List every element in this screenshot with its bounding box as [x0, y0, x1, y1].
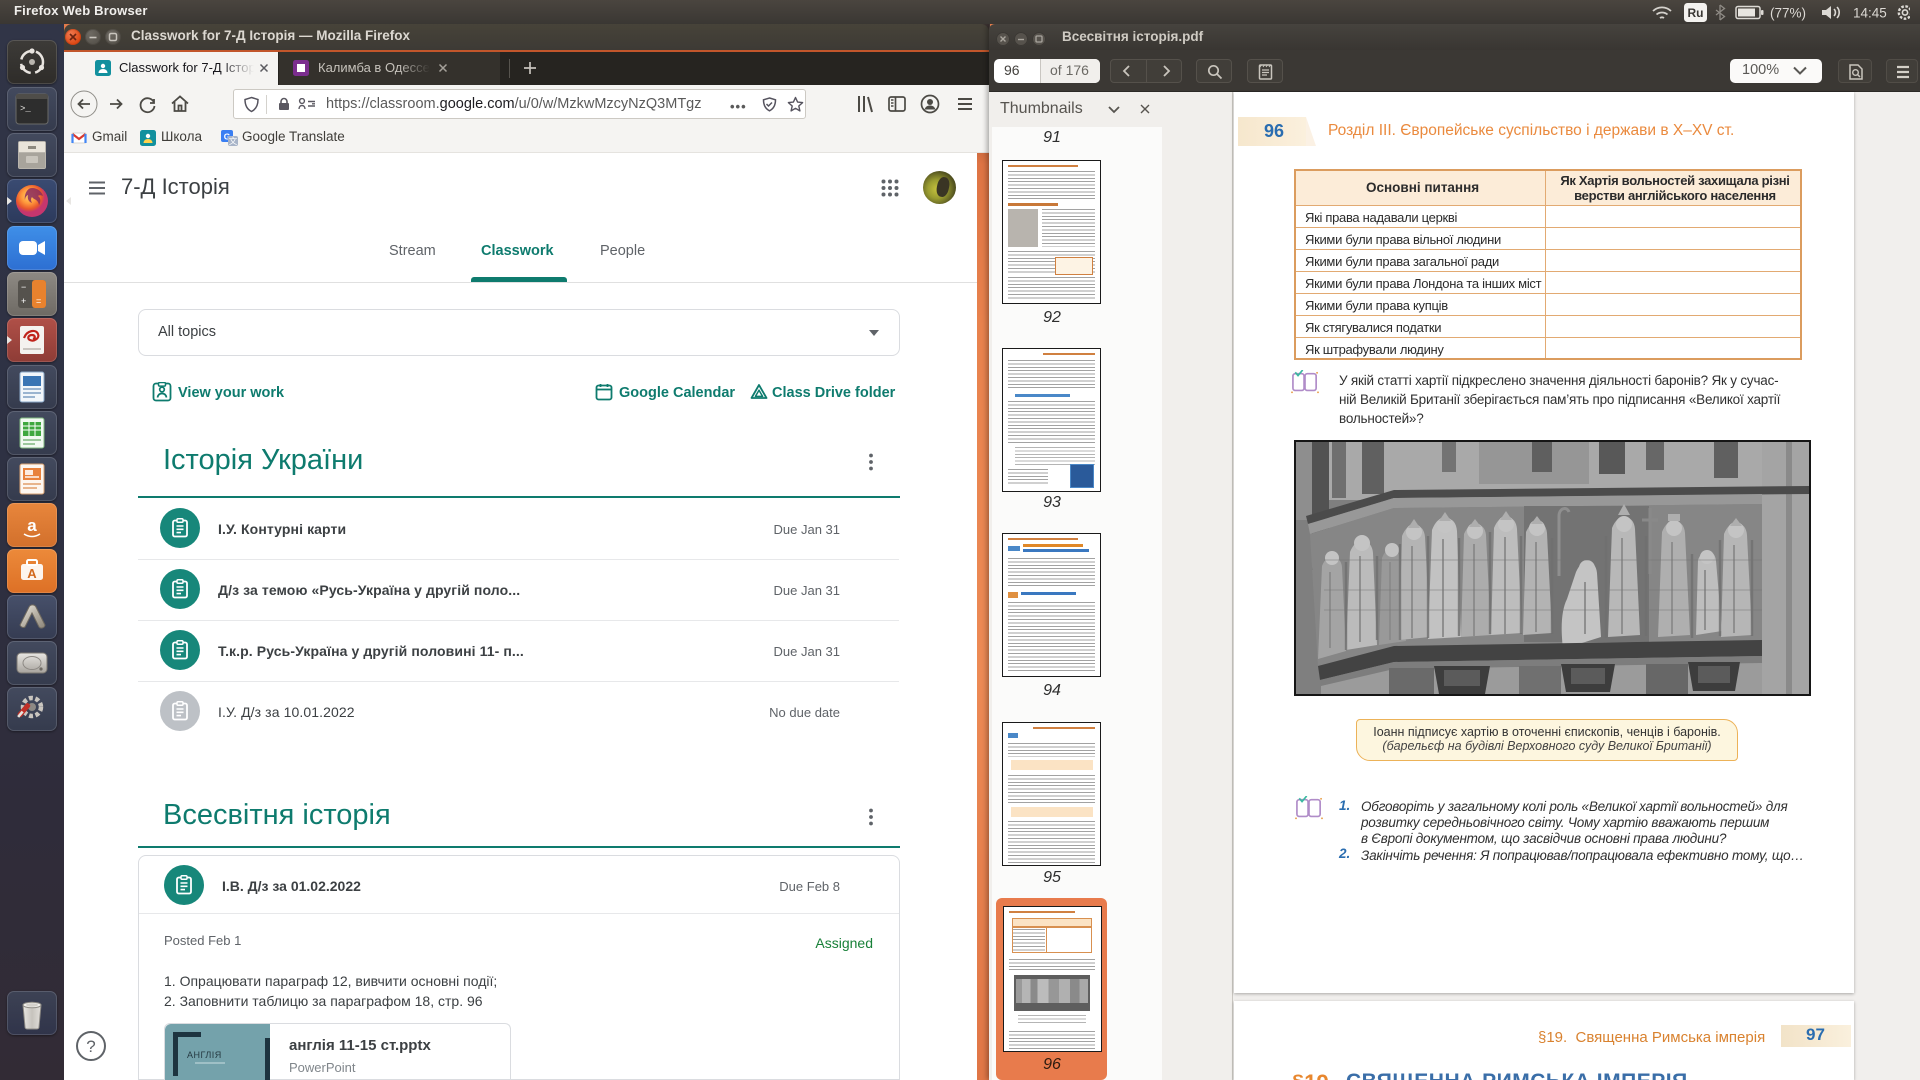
svg-text:>_: >_ — [20, 104, 31, 114]
svg-text:Ru: Ru — [1688, 6, 1704, 20]
svg-text:−: − — [21, 282, 26, 292]
svg-text:文: 文 — [229, 136, 238, 146]
svg-text:+: + — [21, 296, 26, 306]
svg-text:(77%): (77%) — [1770, 6, 1806, 21]
svg-text:=: = — [36, 296, 41, 306]
svg-text:14:45: 14:45 — [1853, 6, 1887, 21]
svg-text:A: A — [27, 566, 37, 581]
svg-text:a: a — [27, 516, 37, 535]
